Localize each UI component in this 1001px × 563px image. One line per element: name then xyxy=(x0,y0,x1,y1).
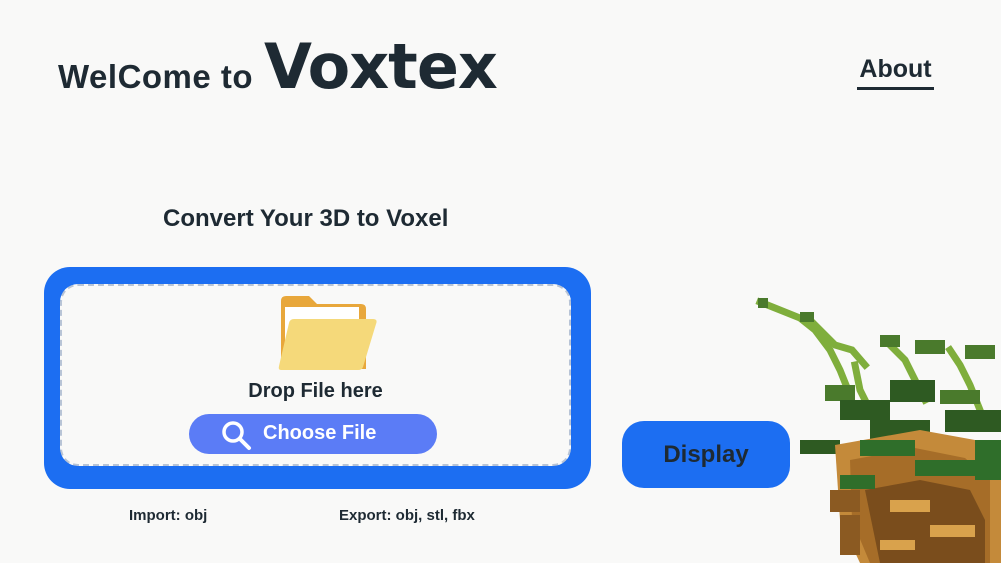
about-link[interactable]: About xyxy=(857,55,934,90)
brand-logo: Voxtex xyxy=(264,30,498,103)
file-drop-zone[interactable]: Drop File here Choose File xyxy=(60,284,571,466)
export-formats: Export: obj, stl, fbx xyxy=(339,507,475,524)
page: WelCome to Voxtex About Convert Your 3D … xyxy=(0,0,1001,563)
choose-file-label: Choose File xyxy=(263,422,377,444)
choose-file-button[interactable]: Choose File xyxy=(189,414,437,454)
upload-panel: Drop File here Choose File xyxy=(44,267,591,489)
drop-file-text: Drop File here xyxy=(248,380,383,402)
search-icon xyxy=(222,421,251,450)
import-formats: Import: obj xyxy=(129,507,208,524)
folder-icon xyxy=(278,296,377,370)
page-subtitle: Convert Your 3D to Voxel xyxy=(163,205,449,232)
welcome-text: WelCome to xyxy=(58,58,254,95)
voxel-plant-image xyxy=(755,297,1001,563)
